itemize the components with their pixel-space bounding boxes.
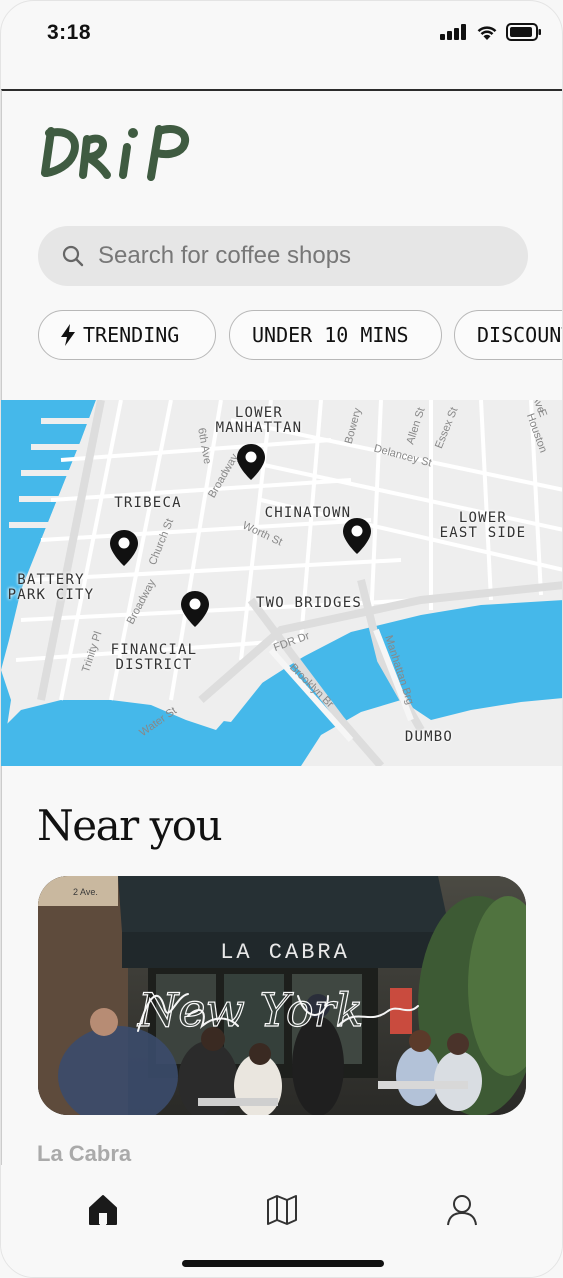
filter-chip-under-10-mins[interactable]: UNDER 10 MINS (229, 310, 442, 360)
script-overlay-text: New York (137, 983, 363, 1037)
filter-chip-trending[interactable]: TRENDING (38, 310, 216, 360)
map-label-financial-district: FINANCIAL DISTRICT (110, 642, 198, 673)
coffee-shop-name: La Cabra (37, 1141, 132, 1166)
filter-chip-label: TRENDING (83, 323, 180, 347)
search-bar[interactable] (38, 226, 528, 286)
card-overlay-text: LA CABRA 2 Ave. New York (73, 887, 364, 1038)
map-pin-icon[interactable] (237, 444, 265, 480)
map-pin-icon[interactable] (343, 518, 371, 554)
map-pin-icon[interactable] (110, 530, 138, 566)
map-icon[interactable] (265, 1193, 299, 1227)
wifi-icon (477, 26, 497, 40)
near-you-heading: Near you (37, 801, 223, 850)
bolt-icon (61, 324, 75, 346)
filter-chip-discounts[interactable]: DISCOUNTS (454, 310, 562, 360)
street-sign-text: 2 Ave. (73, 887, 98, 897)
map-label-lower-manhattan: LOWER MANHATTAN (215, 405, 303, 436)
coffee-shop-card[interactable]: LA CABRA 2 Ave. New York (38, 876, 526, 1115)
status-bar: 3:18 (1, 1, 562, 71)
search-input[interactable] (98, 242, 498, 270)
battery-icon (506, 23, 541, 41)
home-icon[interactable] (86, 1193, 120, 1227)
phone-screen: 3:18 Search for coffee shops TRENDING UN… (0, 0, 563, 1278)
map-pin-icon[interactable] (181, 591, 209, 627)
drip-logo-mark (41, 125, 189, 181)
map-label-two-bridges: TWO BRIDGES (256, 595, 362, 611)
drip-logo (41, 119, 206, 188)
map-view[interactable]: LOWER MANHATTAN TRIBECA CHINATOWN LOWER EA… (1, 400, 562, 766)
map-label-lower-east-side: LOWER EAST SIDE (439, 510, 527, 541)
user-icon[interactable] (445, 1193, 479, 1227)
filter-chip-label: UNDER 10 MINS (252, 323, 409, 347)
status-time: 3:18 (47, 21, 92, 44)
map-label-battery-park-city: BATTERY PARK CITY (7, 572, 95, 603)
awning-text: LA CABRA (220, 940, 350, 965)
search-icon (62, 245, 84, 267)
map-label-dumbo: DUMBO (404, 729, 454, 745)
filter-chips: TRENDING UNDER 10 MINS DISCOUNTS (38, 310, 562, 362)
signal-icon (440, 24, 466, 40)
filter-chip-label: DISCOUNTS (477, 323, 562, 347)
status-icons (440, 23, 542, 41)
map-label-tribeca: TRIBECA (114, 495, 182, 511)
home-indicator (182, 1260, 384, 1267)
